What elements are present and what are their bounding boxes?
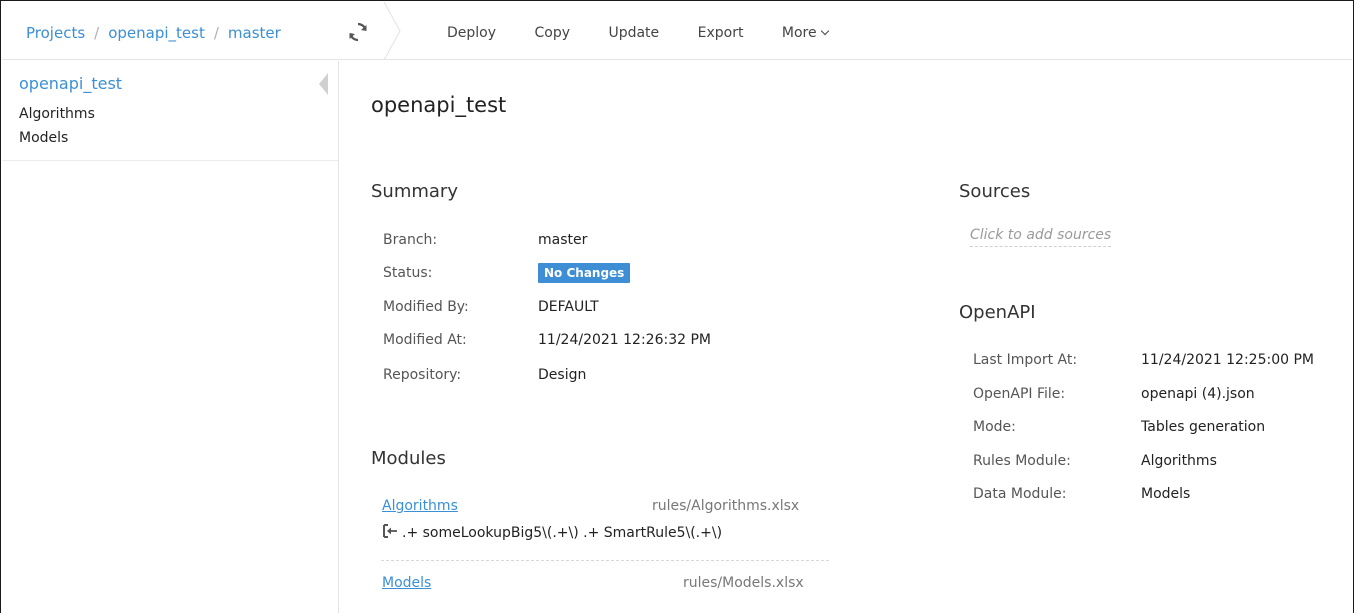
refresh-icon[interactable] (347, 21, 369, 43)
mode-value: Tables generation (1141, 419, 1266, 435)
summary-label: Modified At: (383, 332, 467, 348)
more-label: More (781, 25, 817, 41)
rules-module-value: Algorithms (1141, 453, 1217, 469)
breadcrumb-project[interactable]: openapi_test (108, 24, 205, 42)
top-toolbar: Projects / openapi_test / master Deploy Copy… (2, 2, 1352, 60)
openapi-label: Data Module: (973, 486, 1067, 502)
summary-label: Modified By: (383, 299, 469, 315)
sources-heading: Sources (959, 181, 1031, 202)
modified-at-value: 11/24/2021 12:26:32 PM (538, 332, 711, 348)
module-path: rules/Models.xlsx (683, 575, 804, 591)
openapi-label: Rules Module: (973, 453, 1071, 469)
breadcrumb-separator: / (94, 24, 100, 42)
collapse-triangle-icon[interactable] (319, 73, 328, 95)
chevron-down-icon (820, 26, 829, 36)
status-badge: No Changes (538, 263, 631, 283)
deploy-button[interactable]: Deploy (447, 25, 496, 41)
openapi-heading: OpenAPI (959, 302, 1036, 323)
export-button[interactable]: Export (698, 25, 744, 41)
add-sources-link[interactable]: Click to add sources (970, 227, 1112, 247)
import-arrow-icon (383, 524, 397, 538)
summary-label: Branch: (383, 232, 438, 248)
breadcrumb-branch[interactable]: master (228, 24, 281, 42)
app-window: Projects / openapi_test / master Deploy Copy… (0, 0, 1354, 613)
toolbar-divider (383, 2, 401, 60)
sidebar-item-models[interactable]: Models (19, 130, 68, 146)
breadcrumb-projects[interactable]: Projects (26, 24, 85, 42)
modules-heading: Modules (371, 448, 446, 469)
repository-value: Design (538, 367, 587, 383)
modified-by-value: DEFAULT (538, 299, 599, 315)
openapi-file-value: openapi (4).json (1141, 386, 1255, 402)
page-title: openapi_test (371, 93, 507, 117)
update-button[interactable]: Update (608, 25, 659, 41)
data-module-value: Models (1141, 486, 1191, 502)
openapi-label: Mode: (973, 419, 1016, 435)
sidebar-tree: openapi_test Algorithms Models (2, 61, 338, 161)
toolbar-actions: Deploy Copy Update Export More (447, 25, 862, 41)
module-link-algorithms[interactable]: Algorithms (382, 498, 458, 514)
more-menu-button[interactable]: More (781, 25, 829, 41)
summary-label: Status: (383, 265, 433, 281)
breadcrumb: Projects / openapi_test / master (26, 24, 281, 42)
last-import-value: 11/24/2021 12:25:00 PM (1141, 352, 1314, 368)
sidebar-item-algorithms[interactable]: Algorithms (19, 106, 95, 122)
module-pattern-text: .+ someLookupBig5\(.+\) .+ SmartRule5\(.… (402, 525, 723, 541)
module-pattern: .+ someLookupBig5\(.+\) .+ SmartRule5\(.… (382, 524, 723, 541)
branch-value: master (538, 232, 588, 248)
sidebar: openapi_test Algorithms Models (2, 61, 339, 613)
copy-button[interactable]: Copy (534, 25, 570, 41)
openapi-label: OpenAPI File: (973, 386, 1066, 402)
module-path: rules/Algorithms.xlsx (652, 498, 800, 514)
summary-heading: Summary (371, 181, 458, 202)
sidebar-project-title[interactable]: openapi_test (19, 74, 122, 93)
summary-label: Repository: (383, 367, 462, 383)
module-link-models[interactable]: Models (382, 575, 431, 591)
breadcrumb-separator: / (213, 24, 219, 42)
module-divider (381, 560, 829, 561)
openapi-label: Last Import At: (973, 352, 1078, 368)
